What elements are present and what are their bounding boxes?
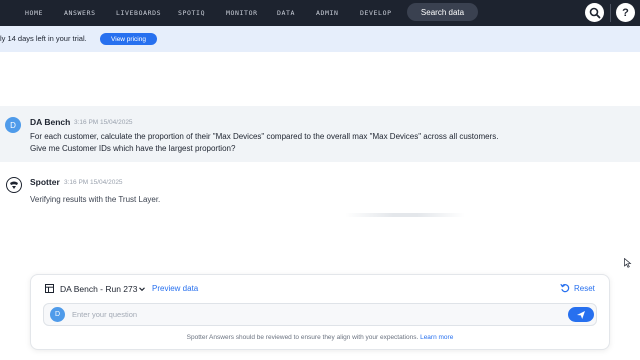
view-pricing-button[interactable]: View pricing (100, 33, 157, 45)
spotter-avatar-icon (6, 177, 22, 193)
spotter-glyph (10, 181, 18, 189)
mouse-cursor-icon (624, 258, 632, 268)
search-data-button[interactable]: Search data (407, 3, 478, 21)
disclaimer: Spotter Answers should be reviewed to en… (31, 334, 609, 341)
help-icon[interactable]: ? (616, 3, 635, 22)
data-source-selector[interactable]: DA Bench - Run 273 (60, 284, 138, 294)
trial-text: ly 14 days left in your trial. (0, 34, 87, 43)
nav-liveboards[interactable]: LIVEBOARDS (116, 9, 161, 17)
nav-monitor[interactable]: MONITOR (226, 9, 258, 17)
send-button[interactable] (568, 307, 594, 322)
user-avatar: D (5, 117, 21, 133)
search-icon[interactable] (585, 3, 604, 22)
nav-home[interactable]: HOME (25, 9, 43, 17)
top-nav: HOME ANSWERS LIVEBOARDS SPOTIQ MONITOR D… (0, 0, 640, 26)
send-icon (577, 310, 585, 319)
question-input-box: D (43, 303, 597, 326)
reset-icon[interactable] (560, 283, 570, 293)
nav-answers[interactable]: ANSWERS (64, 9, 96, 17)
nav-data[interactable]: DATA (277, 9, 295, 17)
user-message-time: 3:16 PM 15/04/2025 (74, 119, 133, 126)
user-question-text: For each customer, calculate the proport… (30, 132, 499, 153)
disclaimer-text: Spotter Answers should be reviewed to en… (186, 334, 419, 341)
reset-button[interactable]: Reset (574, 284, 595, 293)
nav-spotiq[interactable]: SPOTIQ (178, 9, 205, 17)
nav-admin[interactable]: ADMIN (316, 9, 339, 17)
loading-shimmer (345, 213, 465, 217)
learn-more-link[interactable]: Learn more (420, 334, 453, 341)
user-author: DA Bench (30, 117, 71, 127)
input-user-avatar: D (50, 307, 65, 322)
nav-develop[interactable]: DEVELOP (360, 9, 392, 17)
search-icon-glyph (589, 7, 600, 18)
preview-data-link[interactable]: Preview data (152, 284, 198, 293)
spotter-author: Spotter (30, 177, 60, 187)
trial-banner: ly 14 days left in your trial. View pric… (0, 26, 640, 52)
table-icon (45, 284, 54, 293)
question-input[interactable] (72, 308, 532, 321)
question-composer: DA Bench - Run 273 Preview data Reset D … (30, 274, 610, 350)
spotter-message-time: 3:16 PM 15/04/2025 (64, 179, 123, 186)
chevron-down-icon[interactable] (138, 285, 146, 293)
verifying-status-text: Verifying results with the Trust Layer. (30, 195, 161, 204)
nav-divider (610, 4, 611, 22)
